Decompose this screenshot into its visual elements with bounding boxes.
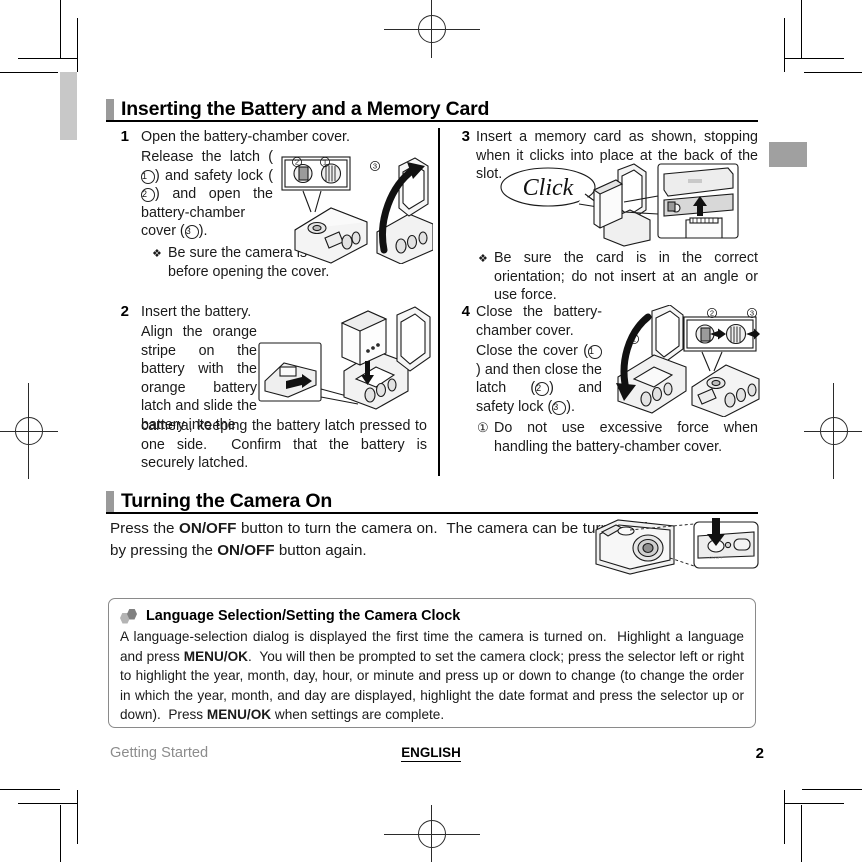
step-4-caution: ① Do not use excessive force when handli… bbox=[477, 419, 758, 456]
section-heading-inserting-battery: Inserting the Battery and a Memory Card bbox=[106, 94, 758, 122]
on-off-button-label: ON/OFF bbox=[217, 542, 275, 559]
footer-language-text: ENGLISH bbox=[401, 745, 461, 762]
step-1-lead: Open the battery-chamber cover. bbox=[141, 129, 351, 145]
click-callout-text: Click bbox=[523, 175, 574, 201]
tip-box-language-selection: Language Selection/Setting the Camera Cl… bbox=[108, 598, 756, 728]
manual-page: Inserting the Battery and a Memory Card … bbox=[0, 0, 862, 862]
svg-text:1: 1 bbox=[632, 335, 636, 344]
circled-number-3: 3 bbox=[552, 400, 567, 415]
section-title: Inserting the Battery and a Memory Card bbox=[121, 98, 490, 120]
step-number-3: 3 bbox=[461, 128, 470, 145]
step-4-body: Close the cover (1) and then close the l… bbox=[476, 343, 602, 415]
memory-card-insert-diagram: Click bbox=[500, 162, 740, 247]
step-number-4: 4 bbox=[461, 303, 470, 320]
diamond-bullet-icon: ❖ bbox=[152, 248, 162, 260]
tip-box-title-row: Language Selection/Setting the Camera Cl… bbox=[120, 607, 744, 625]
step-4-lead: Close the battery-chamber cover. bbox=[476, 304, 602, 339]
footer-page-number: 2 bbox=[755, 745, 764, 762]
step-number-1: 1 bbox=[120, 128, 129, 145]
two-hexagons-icon bbox=[120, 608, 140, 624]
step-number-2: 2 bbox=[120, 303, 129, 320]
footer-language: ENGLISH bbox=[0, 745, 862, 762]
camera-cover-close-diagram: 1 2 3 bbox=[612, 304, 760, 418]
circled-number-2: 2 bbox=[141, 188, 155, 203]
circled-number-1: 1 bbox=[588, 345, 602, 359]
step-4-caution-text: Do not use excessive force when handling… bbox=[494, 420, 758, 455]
svg-text:3: 3 bbox=[373, 162, 377, 171]
svg-text:ON/OFF: ON/OFF bbox=[709, 556, 723, 560]
menu-ok-label: MENU/OK bbox=[183, 648, 248, 664]
heading-accent-bar bbox=[106, 491, 114, 512]
diamond-bullet-icon: ❖ bbox=[478, 253, 488, 265]
svg-text:2: 2 bbox=[710, 309, 714, 318]
heading-accent-bar bbox=[106, 99, 114, 120]
svg-text:1: 1 bbox=[323, 158, 327, 167]
camera-on-off-button-diagram: ON/OFF bbox=[590, 512, 760, 582]
on-off-button-label: ON/OFF bbox=[179, 520, 237, 537]
tip-box-title: Language Selection/Setting the Camera Cl… bbox=[146, 608, 461, 624]
caution-icon: ① bbox=[477, 420, 489, 435]
tip-box-text: A language-selection dialog is displayed… bbox=[120, 629, 744, 722]
step-3-note-text: Be sure the card is in the correct orien… bbox=[494, 250, 758, 304]
svg-text:3: 3 bbox=[750, 309, 754, 318]
circled-number-1: 1 bbox=[141, 169, 155, 184]
camera-cover-open-diagram: 2 1 3 bbox=[281, 146, 434, 265]
menu-ok-label: MENU/OK bbox=[206, 707, 272, 722]
column-divider bbox=[438, 128, 440, 476]
battery-insert-diagram bbox=[258, 305, 433, 417]
turning-camera-on-paragraph: Press the ON/OFF button to turn the came… bbox=[110, 520, 647, 559]
circled-number-3: 3 bbox=[184, 225, 199, 240]
svg-text:2: 2 bbox=[295, 158, 299, 167]
section-heading-turning-camera-on: Turning the Camera On bbox=[106, 486, 758, 514]
circled-number-2: 2 bbox=[535, 382, 550, 397]
section-title: Turning the Camera On bbox=[121, 490, 333, 512]
step-1-body: Release the latch (1) and safety lock (2… bbox=[141, 149, 273, 240]
step-2-body-wide: camera, keeping the battery latch presse… bbox=[141, 418, 427, 472]
step-3-note: ❖ Be sure the card is in the correct ori… bbox=[478, 249, 758, 305]
